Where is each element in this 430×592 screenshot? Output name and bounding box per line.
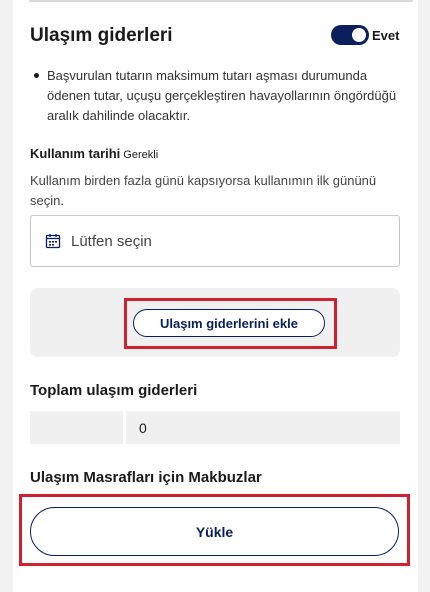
- total-expenses-value: 0: [126, 411, 400, 444]
- total-currency-cell: [30, 411, 123, 444]
- transport-expenses-card: Ulaşım giderleri Evet Başvurulan tutarın…: [13, 0, 418, 592]
- required-indicator: Gerekli: [123, 149, 159, 161]
- total-expenses-label: Toplam ulaşım giderleri: [30, 382, 198, 399]
- calendar-icon: [45, 233, 61, 249]
- usage-date-label: Kullanım tarihi Gerekli: [30, 146, 158, 161]
- info-bullet-text: Başvurulan tutarın maksimum tutarı aşmas…: [47, 68, 397, 123]
- top-divider: [29, 0, 413, 2]
- bullet-icon: [34, 73, 39, 78]
- add-expenses-panel: Ulaşım giderlerini ekle: [30, 288, 400, 357]
- toggle-knob: [352, 28, 366, 42]
- expenses-toggle[interactable]: [331, 25, 369, 45]
- usage-date-label-text: Kullanım tarihi: [30, 146, 121, 161]
- toggle-label: Evet: [372, 28, 400, 43]
- receipts-label: Ulaşım Masrafları için Makbuzlar: [30, 469, 262, 486]
- section-title: Ulaşım giderleri: [30, 25, 173, 46]
- upload-button[interactable]: Yükle: [30, 507, 399, 556]
- usage-date-help: Kullanım birden fazla günü kapsıyorsa ku…: [30, 173, 377, 208]
- usage-date-picker[interactable]: Lütfen seçin: [30, 215, 400, 267]
- add-expenses-button[interactable]: Ulaşım giderlerini ekle: [133, 309, 325, 337]
- date-placeholder: Lütfen seçin: [71, 232, 152, 250]
